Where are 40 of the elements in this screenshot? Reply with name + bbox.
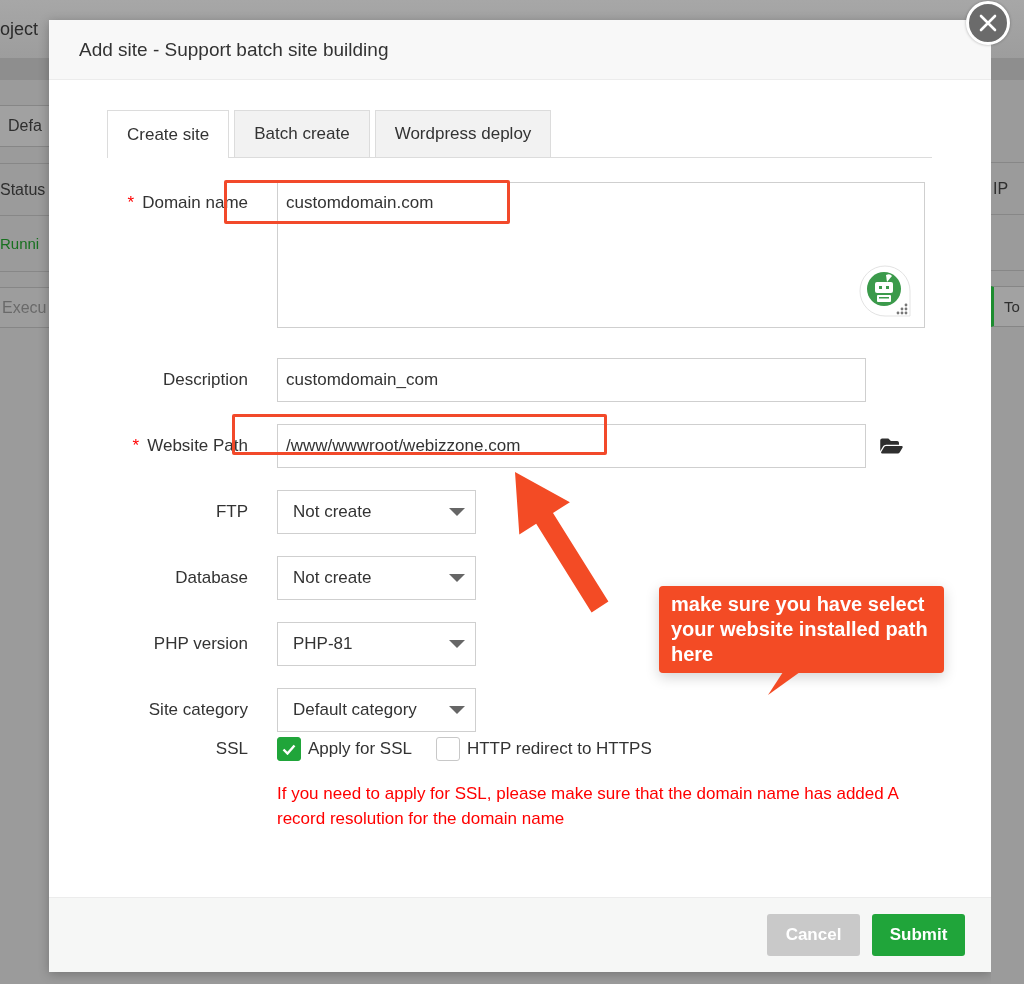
- field-label: SSL: [215, 739, 248, 759]
- checkbox-label: Apply for SSL: [308, 739, 412, 759]
- check-icon: [282, 743, 296, 755]
- callout-note: make sure you have select your website installed path here: [659, 586, 944, 673]
- tab[interactable]: Batch create: [234, 110, 370, 157]
- dialog-title: Add site - Support batch site building: [79, 38, 389, 61]
- caret-icon: [449, 574, 465, 582]
- dropdown[interactable]: PHP-81: [277, 622, 476, 666]
- action-button[interactable]: To: [991, 286, 1024, 327]
- column-header: IP: [992, 179, 1009, 198]
- tab[interactable]: Create site: [107, 110, 230, 158]
- tab[interactable]: Wordpress deploy: [374, 110, 552, 157]
- caret-icon: [449, 706, 465, 714]
- robot-badge-icon[interactable]: [859, 265, 911, 317]
- close-icon: [979, 14, 997, 32]
- domain-textarea[interactable]: customdomain.com: [277, 182, 925, 328]
- required-mark: *: [132, 436, 140, 456]
- warning-text: If you need to apply for SSL, please make sure that the domain name has added A record resolution for the domain name: [277, 783, 900, 830]
- caret-icon: [449, 640, 465, 648]
- field-label: FTP: [215, 502, 248, 522]
- status-text: Runni: [0, 235, 40, 252]
- page-title: oject: [0, 18, 39, 40]
- text-field[interactable]: customdomain_com: [277, 358, 866, 402]
- checkbox-label: HTTP redirect to HTTPS: [466, 739, 652, 759]
- caret-icon: [449, 508, 465, 516]
- dropdown[interactable]: Not create: [277, 556, 476, 600]
- folder-icon[interactable]: [880, 436, 903, 456]
- column-header: Status: [0, 180, 46, 199]
- required-mark: *: [127, 193, 135, 213]
- dropdown[interactable]: Not create: [277, 490, 476, 534]
- field-label: PHP version: [153, 634, 248, 654]
- field-label: Description: [162, 370, 248, 390]
- checkbox[interactable]: [435, 737, 460, 761]
- filter-button[interactable]: Defa: [0, 105, 49, 147]
- path-field[interactable]: /www/wwwroot/webizzone.com: [277, 424, 866, 468]
- callout-tail-icon: [766, 672, 802, 696]
- dropdown[interactable]: Default category: [277, 688, 476, 732]
- field-label: Site category: [148, 700, 248, 720]
- field-label: Database: [175, 568, 248, 588]
- checkbox[interactable]: [277, 737, 301, 761]
